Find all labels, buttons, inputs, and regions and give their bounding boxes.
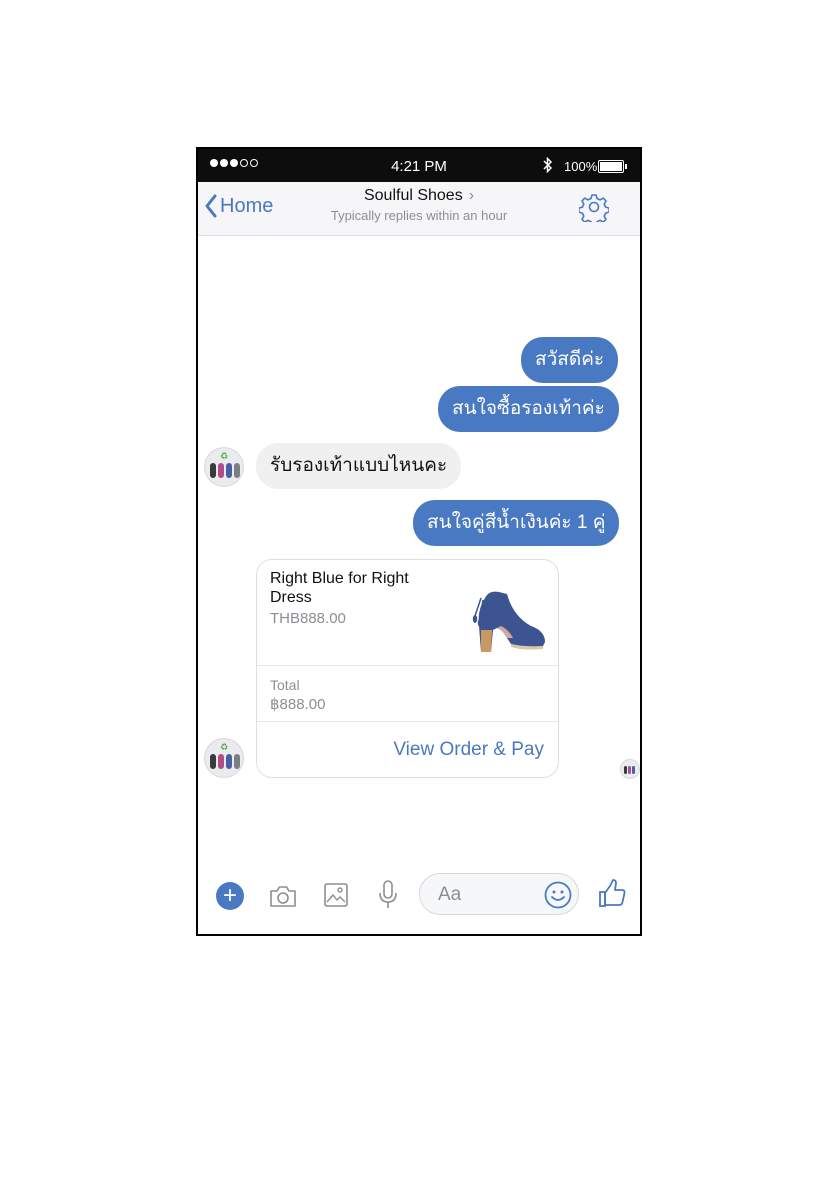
chevron-right-icon: › bbox=[468, 187, 475, 204]
view-order-pay-button[interactable]: View Order & Pay bbox=[393, 739, 544, 761]
message-composer: + bbox=[198, 867, 640, 927]
status-bar: 4:21 PM 100% bbox=[198, 149, 640, 182]
total-value: ฿888.00 bbox=[270, 696, 326, 713]
product-image[interactable] bbox=[463, 586, 549, 656]
total-label: Total bbox=[270, 677, 300, 693]
outgoing-message[interactable]: สนใจซื้อรองเท้าค่ะ bbox=[438, 386, 619, 432]
image-icon[interactable] bbox=[324, 883, 348, 907]
order-receipt-card: Right Blue for Right Dress THB888.00 Tot… bbox=[256, 559, 559, 778]
camera-icon[interactable] bbox=[268, 883, 298, 909]
message-input-container[interactable] bbox=[419, 873, 579, 915]
product-price: THB888.00 bbox=[270, 610, 346, 627]
page-avatar[interactable]: ♻ bbox=[204, 447, 244, 487]
response-time-subtitle: Typically replies within an hour bbox=[330, 208, 508, 223]
divider bbox=[257, 665, 558, 666]
battery-percentage: 100% bbox=[564, 159, 598, 174]
divider bbox=[257, 721, 558, 722]
incoming-message[interactable]: รับรองเท้าแบบไหนคะ bbox=[256, 443, 462, 489]
message-input[interactable] bbox=[436, 882, 540, 908]
outgoing-message[interactable]: สวัสดีค่ะ bbox=[521, 337, 619, 383]
battery-icon bbox=[598, 160, 627, 173]
thumbs-up-icon[interactable] bbox=[598, 879, 626, 909]
conversation-title[interactable]: Soulful Shoes › bbox=[198, 187, 640, 205]
phone-frame: 4:21 PM 100% Home Soulful Shoes › Typical… bbox=[196, 147, 642, 936]
gear-icon[interactable] bbox=[579, 192, 609, 222]
outgoing-message[interactable]: สนใจคู่สีน้ำเงินค่ะ 1 คู่ bbox=[413, 500, 620, 546]
emoji-icon[interactable] bbox=[544, 881, 572, 909]
product-name: Right Blue for Right Dress bbox=[270, 570, 409, 606]
plus-icon[interactable]: + bbox=[216, 882, 244, 910]
conversation-header: Home Soulful Shoes › Typically replies wi… bbox=[198, 182, 640, 236]
page-avatar[interactable]: ♻ bbox=[204, 738, 244, 778]
page-name: Soulful Shoes bbox=[363, 187, 463, 204]
microphone-icon[interactable] bbox=[378, 880, 398, 910]
bluetooth-icon bbox=[543, 157, 553, 173]
read-receipt-avatar bbox=[620, 759, 640, 779]
